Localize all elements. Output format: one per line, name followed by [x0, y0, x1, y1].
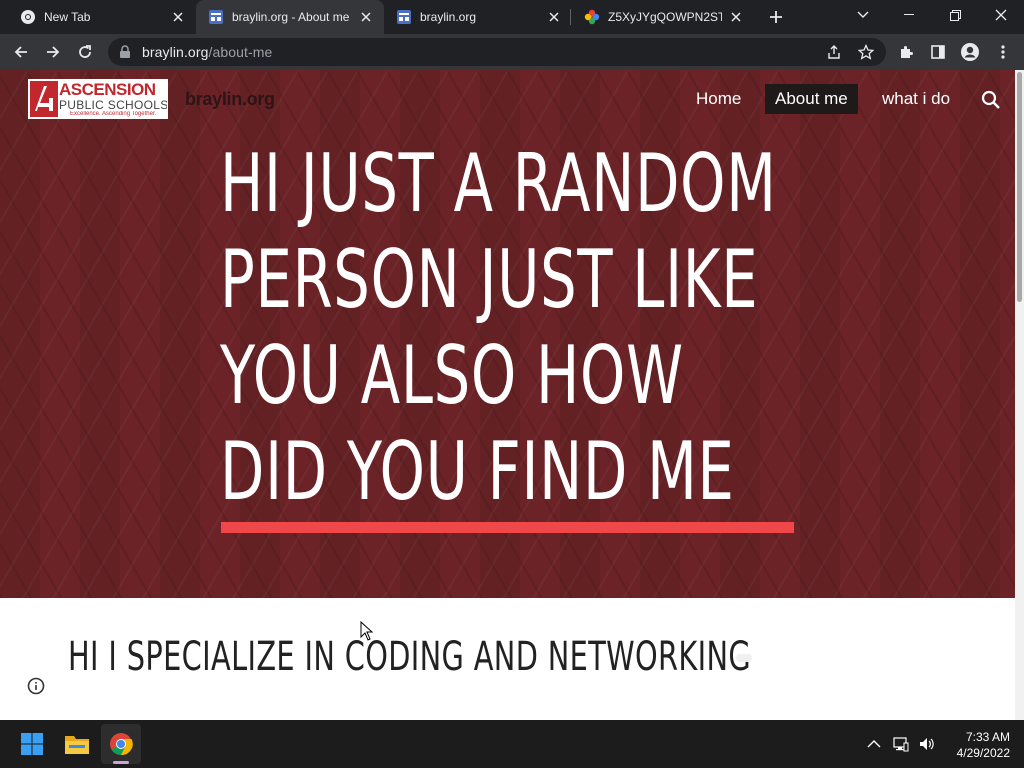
clock-date: 4/29/2022 — [956, 746, 1010, 760]
close-tab-icon[interactable] — [728, 9, 744, 25]
url-text: braylin.org/about-me — [142, 44, 272, 60]
clock-time: 7:33 AM — [965, 730, 1010, 744]
file-explorer-icon — [65, 736, 89, 754]
start-button[interactable] — [12, 724, 52, 764]
mouse-cursor-icon — [360, 621, 374, 641]
windows-taskbar: 7:33 AM 4/29/2022 — [0, 720, 1024, 768]
headline-line: YOU ALSO HOW — [220, 329, 684, 422]
active-app-indicator — [113, 761, 129, 764]
tab-new-tab[interactable]: New Tab — [8, 0, 196, 34]
decorative-shape — [736, 654, 752, 662]
forward-button[interactable] — [38, 37, 68, 67]
site-logo[interactable]: ASCENSION PUBLIC SCHOOLS Excellence. Asc… — [28, 79, 168, 119]
tab-title: Z5XyJYgQOWPN2STCH — [608, 10, 722, 24]
nav-about-me[interactable]: About me — [765, 84, 858, 114]
scrollbar-thumb[interactable] — [1017, 72, 1022, 302]
network-icon[interactable] — [893, 736, 909, 752]
logo-line-1: ASCENSION — [59, 80, 156, 99]
headline-line: HI JUST A RANDOM — [220, 137, 777, 230]
tab-braylin[interactable]: braylin.org — [384, 0, 572, 34]
nav-what-i-do[interactable]: what i do — [872, 84, 960, 114]
headline-line: PERSON JUST LIKE — [220, 233, 759, 326]
info-icon[interactable] — [27, 677, 45, 695]
close-tab-icon[interactable] — [546, 9, 562, 25]
tab-about-me[interactable]: braylin.org - About me — [196, 0, 384, 34]
logo-line-3: Excellence. Ascending Together. — [70, 111, 157, 117]
nav-home[interactable]: Home — [686, 84, 751, 114]
close-window-button[interactable] — [978, 0, 1024, 30]
lock-icon[interactable] — [118, 45, 132, 59]
new-tab-button[interactable] — [764, 5, 788, 29]
url-host: braylin.org — [142, 44, 209, 60]
menu-button[interactable] — [988, 37, 1018, 67]
chevron-down-icon — [857, 11, 869, 18]
tab-title: braylin.org — [420, 10, 477, 24]
close-icon — [995, 9, 1007, 21]
site-icon — [208, 9, 224, 25]
side-panel-icon — [931, 45, 945, 59]
puzzle-icon — [901, 46, 913, 58]
volume-icon[interactable] — [918, 736, 934, 752]
browser-toolbar: braylin.org/about-me — [0, 34, 1024, 70]
system-clock[interactable]: 7:33 AM 4/29/2022 — [940, 729, 1010, 761]
tab-title: New Tab — [44, 10, 91, 24]
profile-icon — [961, 43, 979, 61]
tab-strip: New Tab braylin.org - About me braylin.o… — [0, 0, 1024, 34]
hero-section: ASCENSION PUBLIC SCHOOLS Excellence. Asc… — [0, 70, 1015, 598]
chrome-icon — [110, 733, 133, 756]
share-icon[interactable] — [826, 44, 842, 60]
back-button[interactable] — [6, 37, 36, 67]
tab-separator — [570, 9, 571, 25]
side-panel-button[interactable] — [923, 37, 953, 67]
tab-search-button[interactable] — [840, 0, 886, 30]
minimize-icon — [904, 14, 914, 15]
file-explorer-button[interactable] — [57, 724, 97, 764]
site-icon — [396, 9, 412, 25]
reload-icon — [79, 45, 91, 58]
close-tab-icon[interactable] — [170, 9, 186, 25]
tab-photo[interactable]: Z5XyJYgQOWPN2STCH — [572, 0, 754, 34]
reload-button[interactable] — [70, 37, 100, 67]
arrow-left-icon — [14, 46, 27, 58]
ascension-logo-icon — [30, 81, 58, 117]
site-title[interactable]: braylin.org — [185, 89, 275, 110]
chrome-taskbar-button[interactable] — [101, 724, 141, 764]
headline-line: DID YOU FIND ME — [220, 425, 735, 518]
tab-title: braylin.org - About me — [232, 10, 350, 24]
hero-headline: HI JUST A RANDOM PERSON JUST LIKE YOU AL… — [220, 136, 777, 520]
section-heading: HI I SPECIALIZE IN CODING AND NETWORKING — [68, 634, 752, 680]
minimize-button[interactable] — [886, 0, 932, 30]
address-bar[interactable]: braylin.org/about-me — [108, 38, 886, 66]
profile-button[interactable] — [955, 37, 985, 67]
restore-button[interactable] — [932, 0, 978, 30]
chrome-icon — [20, 9, 36, 25]
restore-icon — [949, 9, 961, 21]
extensions-button[interactable] — [891, 37, 921, 67]
search-icon[interactable] — [980, 89, 1002, 111]
headline-accent-bar — [221, 522, 794, 533]
logo-line-2: PUBLIC SCHOOLS — [59, 98, 167, 112]
kebab-menu-icon — [1001, 45, 1005, 59]
start-icon — [21, 733, 43, 755]
plus-icon — [770, 11, 782, 23]
url-path: /about-me — [208, 44, 273, 60]
close-tab-icon[interactable] — [358, 9, 374, 25]
pinwheel-icon — [584, 9, 600, 25]
web-page: ASCENSION PUBLIC SCHOOLS Excellence. Asc… — [0, 70, 1024, 720]
chevron-up-icon[interactable] — [866, 736, 882, 752]
arrow-right-icon — [47, 46, 60, 58]
star-icon[interactable] — [858, 44, 874, 60]
